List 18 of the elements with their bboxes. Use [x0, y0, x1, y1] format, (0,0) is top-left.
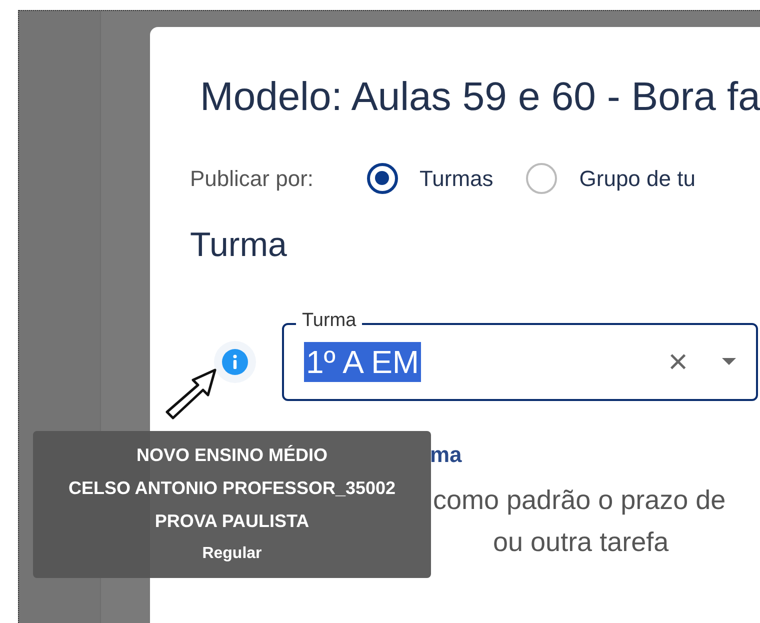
- info-icon[interactable]: [214, 341, 256, 383]
- radio-button[interactable]: [366, 162, 398, 194]
- tooltip-text: PROVA PAULISTA: [154, 510, 310, 532]
- clear-icon[interactable]: ×: [668, 345, 688, 379]
- radio-label[interactable]: Turmas: [420, 162, 494, 194]
- tooltip-text: NOVO ENSINO MÉDIO: [135, 444, 329, 466]
- tooltip-text: CELSO ANTONIO PROFESSOR_35002: [67, 477, 397, 499]
- tooltip-text: Regular: [201, 544, 263, 564]
- notice-text: como padrão o prazo de: [433, 485, 726, 515]
- notice-text: ou outra tarefa: [493, 527, 669, 557]
- section-title: Turma: [190, 227, 288, 263]
- publish-label: Publicar por:: [190, 164, 314, 193]
- add-class-link[interactable]: ma: [430, 442, 462, 468]
- radio-button[interactable]: [526, 162, 558, 194]
- dropdown-caret-icon[interactable]: [722, 358, 736, 366]
- class-select-field[interactable]: Turma 1º A EM ×: [282, 310, 758, 401]
- pointer-cursor-icon: [165, 368, 217, 420]
- radio-label[interactable]: Grupo de tu: [579, 162, 696, 194]
